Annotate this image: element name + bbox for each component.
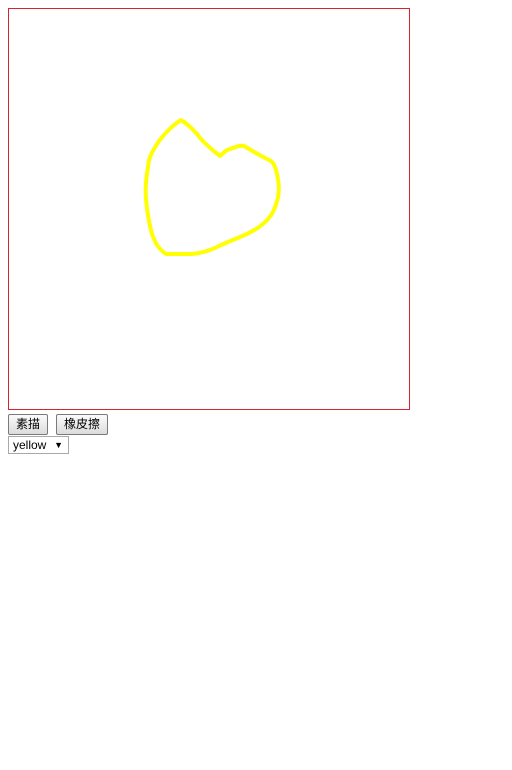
triangle-down-icon: ▼ bbox=[54, 440, 63, 450]
sketch-button[interactable]: 素描 bbox=[8, 414, 49, 435]
yellow-stroke bbox=[143, 118, 281, 256]
color-select-value: yellow bbox=[13, 438, 47, 452]
toolbar: 素描 橡皮擦 bbox=[8, 414, 109, 435]
color-select[interactable]: yellow ▼ bbox=[8, 436, 69, 454]
eraser-button[interactable]: 橡皮擦 bbox=[56, 414, 109, 435]
canvas-surface[interactable] bbox=[9, 9, 409, 409]
drawing-canvas[interactable] bbox=[8, 8, 410, 410]
